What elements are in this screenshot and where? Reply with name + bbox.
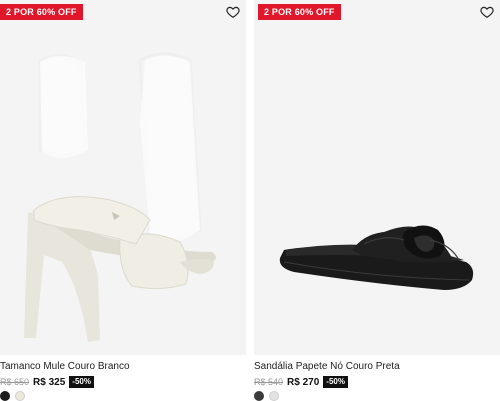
discount-badge: -50% bbox=[69, 376, 94, 388]
product-name[interactable]: Sandália Papete Nó Couro Preta bbox=[254, 361, 400, 372]
heart-icon-glyph bbox=[480, 6, 494, 18]
old-price: R$ 540 bbox=[254, 377, 284, 387]
product-image[interactable]: 2 POR 60% OFF bbox=[0, 0, 246, 355]
heart-icon-glyph bbox=[226, 6, 240, 18]
promo-badge: 2 POR 60% OFF bbox=[258, 4, 341, 20]
black-slide-sandal-image bbox=[279, 225, 474, 290]
product-image[interactable]: 2 POR 60% OFF bbox=[254, 0, 500, 355]
price-row: R$ 650 R$ 325 -50% bbox=[0, 376, 94, 388]
product-card[interactable]: 2 POR 60% OFF Sandália Papete Nó Couro P… bbox=[254, 0, 500, 401]
current-price: R$ 270 bbox=[287, 376, 320, 388]
current-price: R$ 325 bbox=[33, 376, 66, 388]
promo-badge: 2 POR 60% OFF bbox=[0, 4, 83, 20]
discount-badge: -50% bbox=[323, 376, 348, 388]
heart-icon[interactable] bbox=[226, 5, 240, 19]
heart-icon[interactable] bbox=[480, 5, 494, 19]
product-card[interactable]: 2 POR 60% OFF Tamanco Mule Couro Branco … bbox=[0, 0, 246, 401]
old-price: R$ 650 bbox=[0, 377, 30, 387]
price-row: R$ 540 R$ 270 -50% bbox=[254, 376, 348, 388]
white-mule-sandal-image bbox=[24, 52, 216, 342]
product-name[interactable]: Tamanco Mule Couro Branco bbox=[0, 361, 130, 372]
